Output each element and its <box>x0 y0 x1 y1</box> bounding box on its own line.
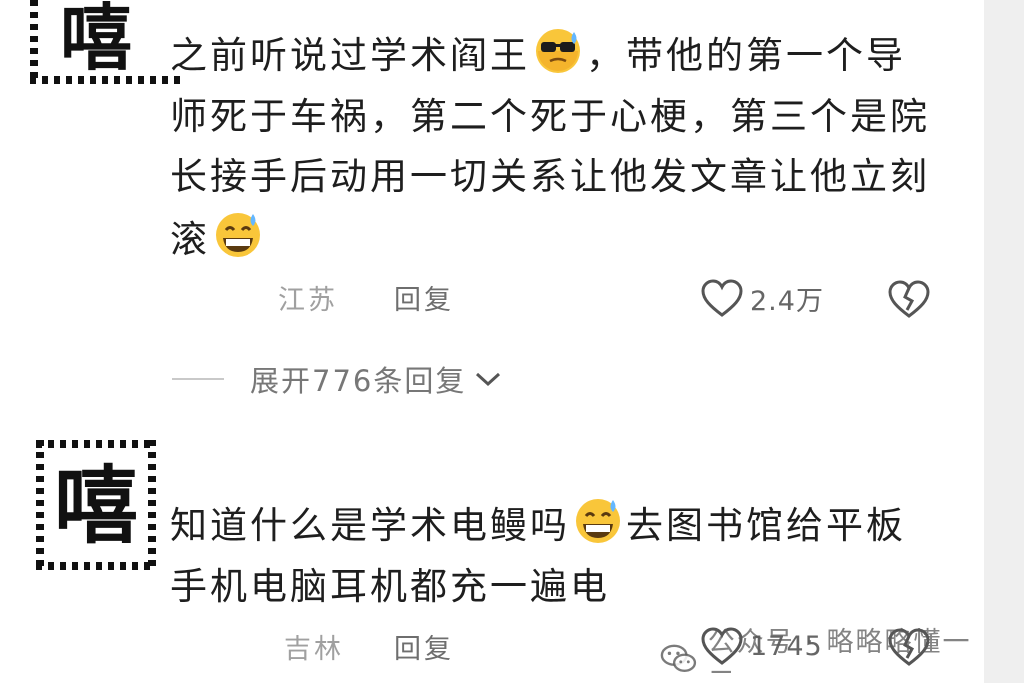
like-button[interactable]: 2.4万 <box>700 278 824 318</box>
avatar[interactable]: 嘻 <box>30 0 180 84</box>
divider <box>172 378 224 380</box>
comment-location: 吉林 <box>284 634 344 665</box>
heart-icon <box>701 279 743 317</box>
dislike-button[interactable] <box>886 278 932 324</box>
page-margin <box>984 0 1024 683</box>
expand-replies-button[interactable]: 展开776条回复 <box>172 358 502 400</box>
grinning-sweat-emoji <box>576 499 620 543</box>
comment-text-part: 知道什么是学术电鳗吗 <box>170 504 570 547</box>
like-count: 2.4万 <box>750 285 824 317</box>
wechat-icon <box>660 644 697 672</box>
broken-heart-icon <box>888 280 930 318</box>
reply-button[interactable]: 回复 <box>394 636 454 663</box>
avatar-glyph: 嘻 <box>54 456 139 555</box>
grinning-sweat-emoji <box>216 212 260 257</box>
comment-list: 嘻 之前听说过学术阎王 ，带他的第一个导师死于车祸，第二个死于心梗，第三个是院长接… <box>0 0 984 683</box>
avatar-glyph: 嘻 <box>60 0 133 80</box>
comment-text: 之前听说过学术阎王 ，带他的第一个导师死于车祸，第二个死于心梗，第三个是院长接手后… <box>170 24 930 270</box>
comment-location: 江苏 <box>278 285 338 316</box>
expand-replies-label: 展开776条回复 <box>250 364 467 398</box>
chevron-down-icon <box>476 372 501 387</box>
sunglasses-sweat-emoji <box>536 29 580 73</box>
comment-text: 知道什么是学术电鳗吗 去图书馆给平板手机电脑耳机都充一遍电 <box>170 494 930 617</box>
watermark: 公众号 · 略略略懂一二 <box>660 620 984 683</box>
avatar[interactable]: 嘻 <box>36 440 156 570</box>
watermark-text: 公众号 · 略略略懂一二 <box>707 627 972 683</box>
reply-button[interactable]: 回复 <box>394 287 454 314</box>
comment-text-part: 之前听说过学术阎王 <box>170 34 530 77</box>
